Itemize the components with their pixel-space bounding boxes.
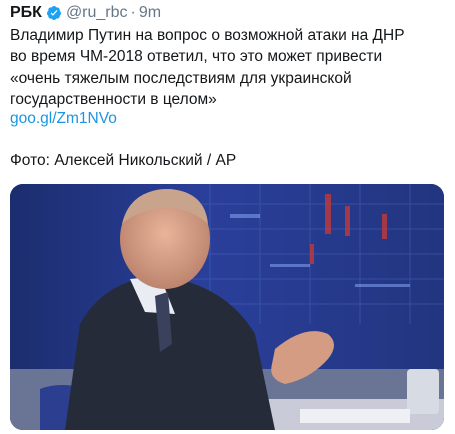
tweet-text-line: во время ЧМ-2018 ответил, что это может …	[10, 48, 383, 66]
tweet-photo[interactable]	[10, 184, 444, 430]
author-handle[interactable]: @ru_rbc	[66, 4, 128, 22]
tweet-link[interactable]: goo.gl/Zm1NVo	[10, 110, 117, 128]
tweet-text-line: «очень тяжелым последствиям для украинск…	[10, 69, 352, 87]
header-separator: ·	[130, 4, 136, 21]
tweet-text-line: Владимир Путин на вопрос о возможной ата…	[10, 27, 405, 44]
tweet: РБК @ru_rbc · 9m Владимир Путин на вопро…	[0, 0, 455, 434]
photo-credit: Фото: Алексей Никольский / AP	[10, 152, 237, 169]
author-name[interactable]: РБК	[10, 4, 42, 22]
tweet-text-line: государственности в целом»	[10, 90, 217, 108]
verified-badge-icon	[46, 5, 62, 21]
tweet-header: РБК @ru_rbc · 9m	[10, 3, 161, 23]
tweet-timestamp[interactable]: 9m	[139, 4, 161, 22]
tweet-text: Владимир Путин на вопрос о возможной ата…	[10, 25, 450, 110]
